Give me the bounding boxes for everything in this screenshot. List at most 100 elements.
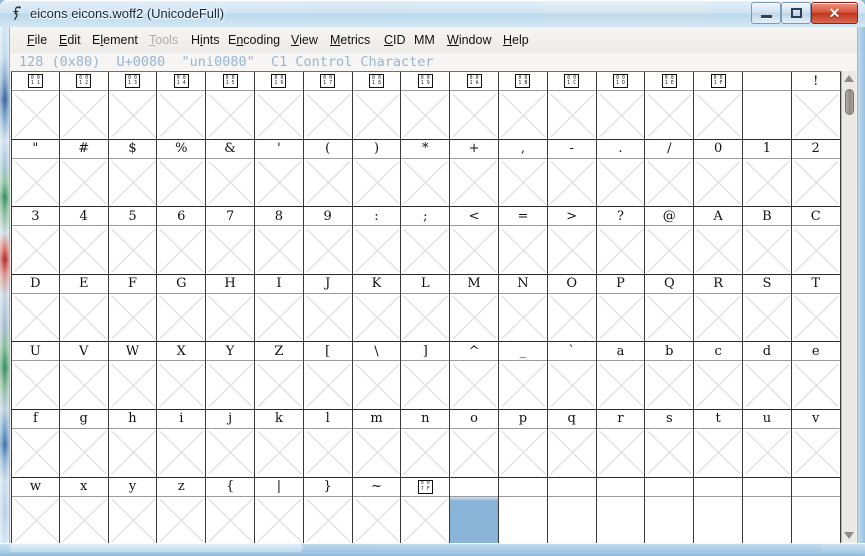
glyph-cell[interactable]: h xyxy=(108,409,158,478)
glyph-cell[interactable]: q xyxy=(547,409,597,478)
glyph-cell[interactable]: N xyxy=(499,274,548,343)
glyph-cell[interactable]: 0 xyxy=(694,139,743,208)
menu-cid[interactable]: CID xyxy=(381,32,409,49)
glyph-cell[interactable]: w xyxy=(11,477,60,543)
glyph-cell[interactable]: Y xyxy=(206,342,255,410)
glyph-cell[interactable]: a xyxy=(596,342,646,410)
glyph-cell[interactable]: 2 xyxy=(791,139,841,208)
vertical-scrollbar[interactable] xyxy=(841,71,856,542)
glyph-cell[interactable]: 0014 xyxy=(157,72,207,140)
glyph-cell[interactable]: $ xyxy=(108,139,158,208)
glyph-cell[interactable]: H xyxy=(206,274,255,343)
menu-edit[interactable]: Edit xyxy=(56,32,84,49)
glyph-cell[interactable]: 001E xyxy=(645,72,695,140)
glyph-cell[interactable]: 6 xyxy=(157,207,207,275)
horizontal-scrollbar[interactable] xyxy=(10,544,822,552)
glyph-cell[interactable]: m xyxy=(352,409,402,478)
glyph-cell[interactable]: 8 xyxy=(255,207,304,275)
glyph-cell[interactable]: p xyxy=(499,409,548,478)
glyph-cell[interactable]: E xyxy=(59,274,109,343)
menu-mm[interactable]: MM xyxy=(411,32,438,49)
glyph-cell[interactable]: & xyxy=(206,139,255,208)
menu-file[interactable]: File xyxy=(24,32,50,49)
minimize-button[interactable] xyxy=(751,2,781,24)
menu-encoding[interactable]: Encoding xyxy=(225,32,283,49)
glyph-cell[interactable]: | xyxy=(255,477,304,543)
glyph-cell[interactable]: 001D xyxy=(596,72,646,140)
glyph-cell[interactable]: 5 xyxy=(108,207,158,275)
glyph-cell[interactable]: + xyxy=(450,139,499,208)
glyph-cell[interactable]: } xyxy=(303,477,353,543)
menu-view[interactable]: View xyxy=(288,32,321,49)
glyph-cell[interactable]: 007F xyxy=(401,477,451,543)
glyph-cell[interactable]: C xyxy=(791,207,841,275)
glyph-cell[interactable]: 001B xyxy=(499,72,548,140)
glyph-cell[interactable]: { xyxy=(206,477,255,543)
glyph-cell[interactable]: ^ xyxy=(450,342,499,410)
glyph-cell[interactable]: y xyxy=(108,477,158,543)
glyph-cell[interactable]: ; xyxy=(401,207,451,275)
glyph-cell[interactable]: @ xyxy=(645,207,695,275)
glyph-cell[interactable] xyxy=(499,477,548,543)
glyph-cell[interactable]: 001C xyxy=(547,72,597,140)
glyph-cell[interactable]: J xyxy=(303,274,353,343)
glyph-cell[interactable]: k xyxy=(255,409,304,478)
glyph-cell[interactable]: 001A xyxy=(450,72,499,140)
glyph-cell[interactable]: _ xyxy=(499,342,548,410)
glyph-cell[interactable]: I xyxy=(255,274,304,343)
glyph-cell[interactable]: t xyxy=(694,409,743,478)
glyph-cell[interactable]: Z xyxy=(255,342,304,410)
glyph-cell[interactable]: j xyxy=(206,409,255,478)
title-bar[interactable]: eicons eicons.woff2 (UnicodeFull) ✕ xyxy=(0,0,865,27)
glyph-cell[interactable]: l xyxy=(303,409,353,478)
glyph-cell[interactable]: v xyxy=(791,409,841,478)
glyph-cell[interactable]: b xyxy=(645,342,695,410)
glyph-cell[interactable]: s xyxy=(645,409,695,478)
glyph-cell[interactable]: F xyxy=(108,274,158,343)
glyph-cell[interactable]: i xyxy=(157,409,207,478)
glyph-cell[interactable]: ) xyxy=(352,139,402,208)
glyph-cell[interactable]: 0013 xyxy=(108,72,158,140)
glyph-cell[interactable]: r xyxy=(596,409,646,478)
glyph-cell[interactable] xyxy=(743,477,792,543)
glyph-cell[interactable]: D xyxy=(11,274,60,343)
glyph-cell[interactable]: # xyxy=(59,139,109,208)
close-button[interactable]: ✕ xyxy=(811,2,858,24)
glyph-cell[interactable]: 1 xyxy=(743,139,792,208)
glyph-cell[interactable]: f xyxy=(11,409,60,478)
glyph-cell[interactable]: 0012 xyxy=(59,72,109,140)
glyph-cell[interactable]: O xyxy=(547,274,597,343)
glyph-cell[interactable] xyxy=(547,477,597,543)
glyph-cell[interactable]: M xyxy=(450,274,499,343)
scroll-down-arrow[interactable] xyxy=(842,528,856,542)
glyph-cell[interactable]: L xyxy=(401,274,451,343)
glyph-cell[interactable]: < xyxy=(450,207,499,275)
glyph-cell[interactable]: : xyxy=(352,207,402,275)
glyph-cell[interactable]: ] xyxy=(401,342,451,410)
glyph-cell[interactable]: Q xyxy=(645,274,695,343)
glyph-cell[interactable] xyxy=(743,72,792,140)
glyph-cell[interactable]: U xyxy=(11,342,60,410)
glyph-cell[interactable]: o xyxy=(450,409,499,478)
glyph-cell[interactable]: G xyxy=(157,274,207,343)
glyph-cell[interactable]: T xyxy=(791,274,841,343)
menu-window[interactable]: Window xyxy=(444,32,494,49)
glyph-cell[interactable]: x xyxy=(59,477,109,543)
glyph-cell[interactable]: K xyxy=(352,274,402,343)
glyph-cell[interactable]: 0015 xyxy=(206,72,255,140)
glyph-cell[interactable]: ? xyxy=(596,207,646,275)
glyph-cell[interactable]: [ xyxy=(303,342,353,410)
glyph-cell[interactable]: / xyxy=(645,139,695,208)
glyph-cell[interactable]: 4 xyxy=(59,207,109,275)
menu-metrics[interactable]: Metrics xyxy=(327,32,373,49)
glyph-cell[interactable]: % xyxy=(157,139,207,208)
glyph-cell[interactable]: S xyxy=(743,274,792,343)
glyph-cell[interactable]: n xyxy=(401,409,451,478)
glyph-cell[interactable]: ( xyxy=(303,139,353,208)
glyph-cell[interactable] xyxy=(645,477,695,543)
glyph-cell[interactable]: d xyxy=(743,342,792,410)
glyph-cell[interactable]: 0017 xyxy=(303,72,353,140)
glyph-grid[interactable]: 0011 0012 0013 0014 0015 0016 0017 0018 0019 001A… xyxy=(11,71,841,543)
glyph-cell[interactable]: 001F xyxy=(694,72,743,140)
glyph-cell[interactable]: , xyxy=(499,139,548,208)
